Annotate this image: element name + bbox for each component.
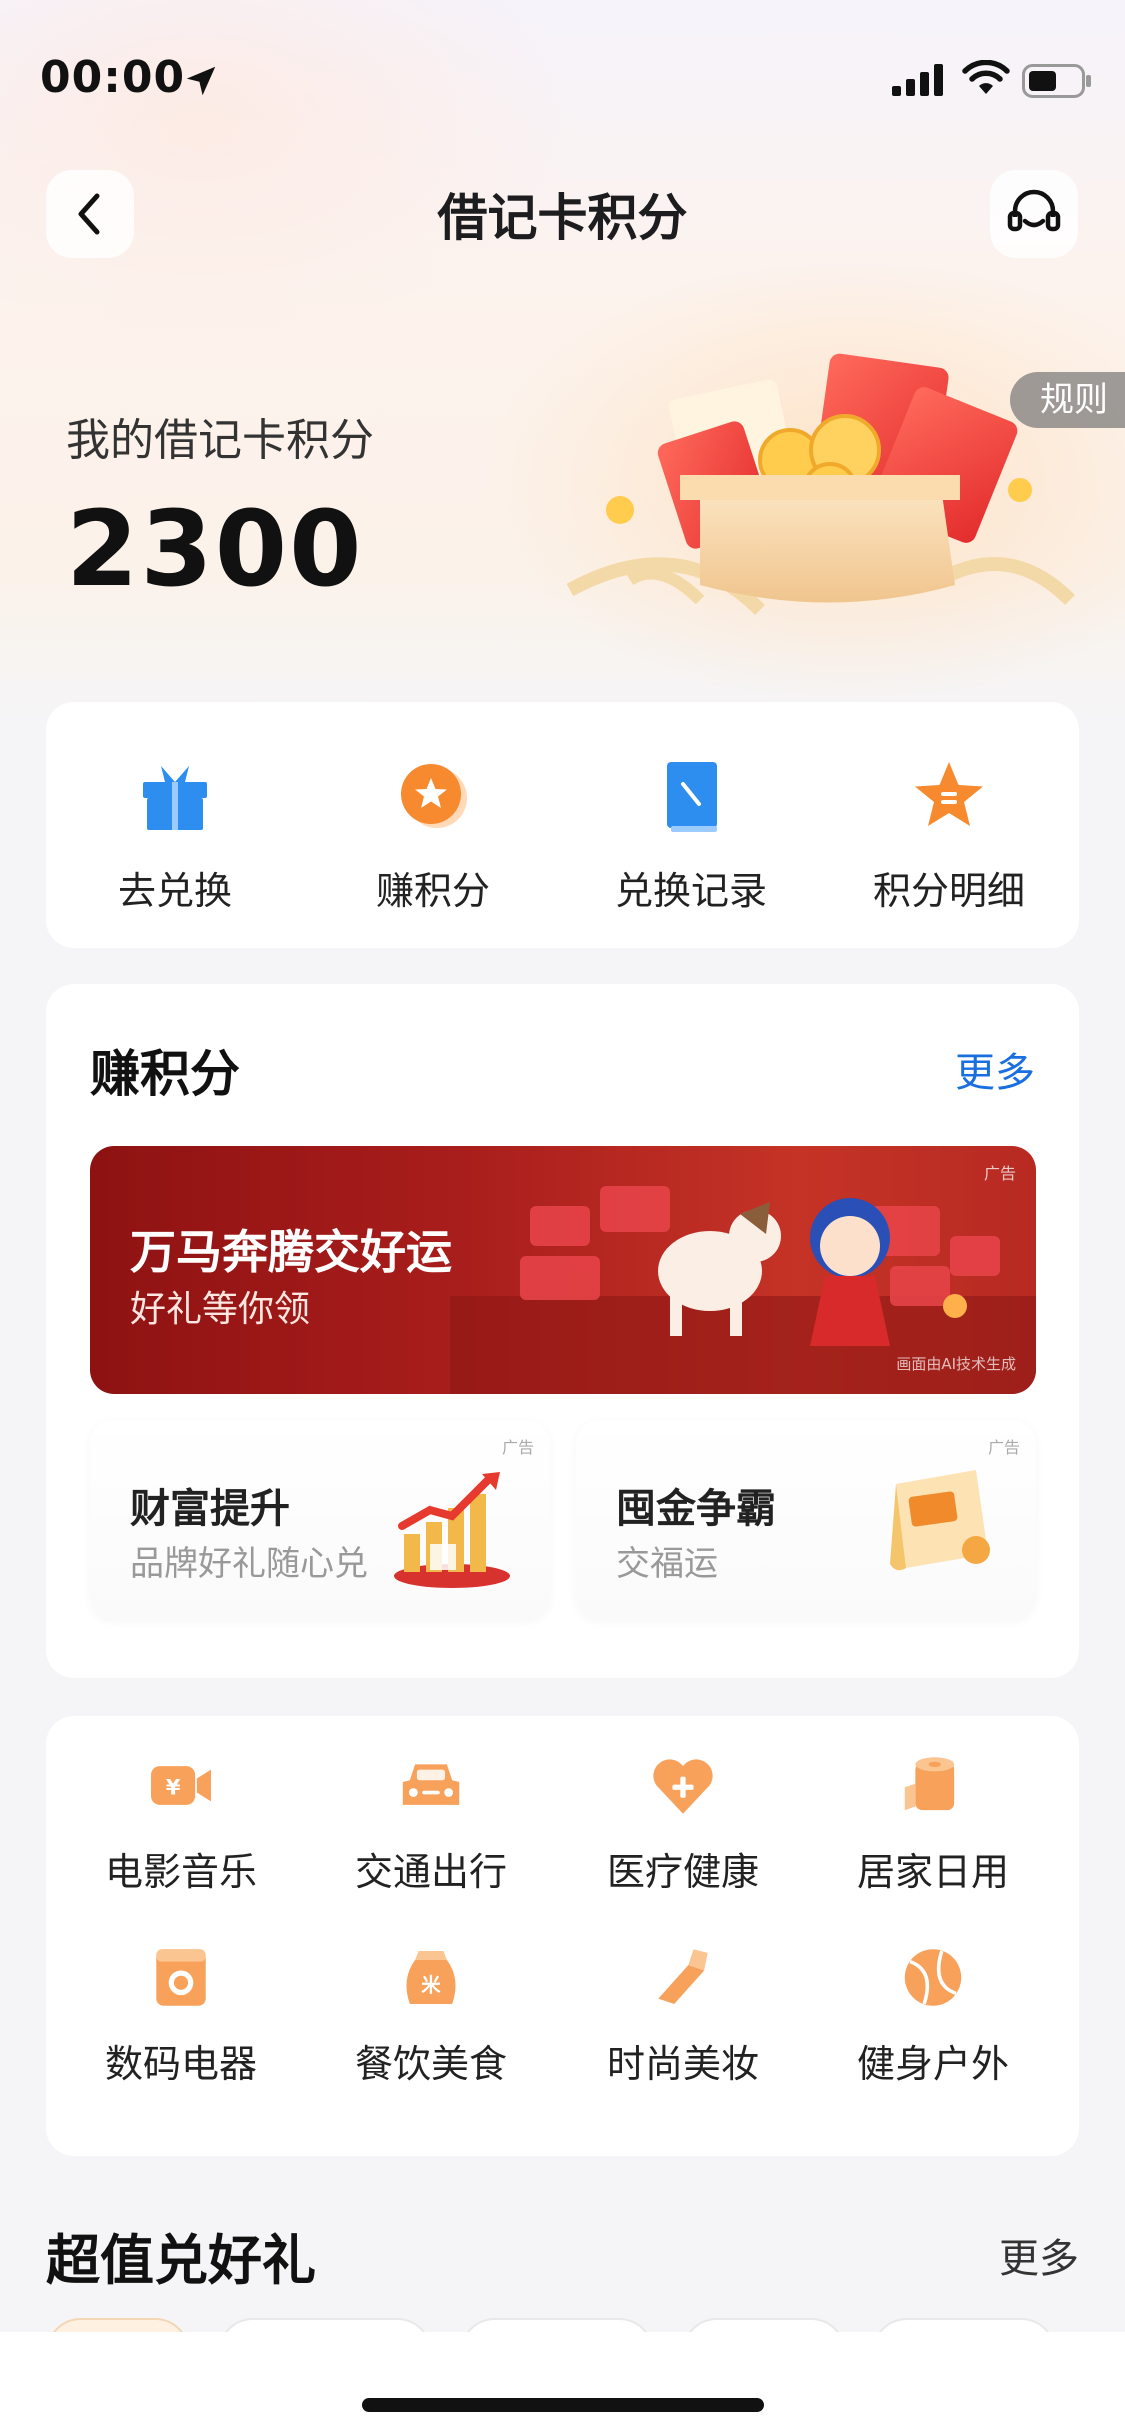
category-label: 餐饮美食 [354,2042,507,2086]
rice-bag-icon: 米 [406,1951,456,2004]
promo-banner[interactable]: 广告 万马奔腾交好运 好礼等你领 画面由AI技术生成 [90,1146,1036,1394]
svg-text:米: 米 [421,1974,441,1997]
quick-action-redeem[interactable]: 去兑换 [46,702,304,948]
heart-plus-icon [653,1759,713,1814]
quick-action-details[interactable]: 积分明细 [820,702,1078,948]
gift-icon [143,766,207,830]
promo-card-gold[interactable]: 广告 囤金争霸 交福运 [576,1420,1036,1620]
promo-subtitle: 品牌好礼随心兑 [130,1544,368,1584]
gifts-section-title: 超值兑好礼 [46,2229,316,2292]
lipstick-icon [658,1949,708,2004]
home-indicator-area [0,2332,1125,2436]
category-food[interactable]: 米 餐饮美食 [306,1908,556,2088]
page-title: 借记卡积分 [437,189,688,247]
category-digital[interactable]: 数码电器 [56,1908,306,2088]
category-grid-card: ¥ 电影音乐 交通出行 医疗健康 居家日用 数码电器 米 餐饮美食 时尚美妆 健… [46,1716,1079,2156]
category-transport[interactable]: 交通出行 [306,1716,556,1896]
record-icon [667,762,717,832]
ad-label: 广告 [983,1164,1016,1183]
category-health[interactable]: 医疗健康 [558,1716,808,1896]
quick-action-label: 兑换记录 [614,869,767,913]
rules-button[interactable]: 规则 [1010,372,1125,428]
gifts-more-link[interactable]: 更多 [999,2226,1079,2284]
earn-more-link[interactable]: 更多 [955,1040,1035,1098]
quick-actions-card: 去兑换 赚积分 兑换记录 积分明细 [46,702,1079,948]
tissue-roll-icon [904,1757,955,1811]
camera-yuan-icon: ¥ [151,1766,211,1805]
wifi-icon [962,60,1010,94]
quick-action-label: 赚积分 [375,869,490,913]
location-arrow-icon [186,66,216,96]
category-movie-music[interactable]: ¥ 电影音乐 [56,1716,306,1896]
category-label: 交通出行 [354,1850,507,1894]
star-coin-icon [401,764,467,828]
ad-label: 广告 [987,1438,1020,1457]
quick-action-label: 积分明细 [872,869,1025,913]
earn-points-card: 赚积分 更多 广告 万马奔腾交好运 好礼等你领 画面由AI技术生成 广告 财富提… [46,984,1079,1678]
quick-action-label: 去兑换 [117,869,232,913]
home-indicator[interactable] [362,2398,764,2412]
category-label: 医疗健康 [606,1850,759,1894]
quick-action-records[interactable]: 兑换记录 [562,702,820,948]
ad-label: 广告 [501,1438,534,1457]
banner-subtitle: 好礼等你领 [130,1289,311,1330]
growth-chart-gift-icon [394,1472,510,1588]
customer-service-button[interactable] [990,170,1078,258]
points-balance: 2300 [66,488,364,610]
category-label: 居家日用 [856,1850,1009,1894]
scroll-ticket-icon [890,1470,990,1571]
section-title: 赚积分 [90,1045,240,1103]
banner-title: 万马奔腾交好运 [130,1225,452,1279]
promo-card-wealth[interactable]: 广告 财富提升 品牌好礼随心兑 [90,1420,550,1620]
car-icon [402,1764,460,1805]
category-label: 电影音乐 [104,1850,257,1894]
status-time: 00:00 [40,52,186,103]
category-label: 时尚美妆 [606,2042,759,2086]
star-detail-icon [915,762,983,826]
category-label: 健身户外 [856,2042,1009,2086]
headset-icon [1007,189,1061,232]
quick-action-earn[interactable]: 赚积分 [304,702,562,948]
promo-title: 财富提升 [130,1486,290,1532]
svg-text:¥: ¥ [166,1774,181,1799]
washing-machine-icon [156,1949,206,2006]
category-fitness[interactable]: 健身户外 [808,1908,1058,2088]
battery-icon [1022,64,1091,98]
promo-title: 囤金争霸 [616,1486,776,1532]
promo-subtitle: 交福运 [616,1544,718,1584]
points-label: 我的借记卡积分 [66,415,374,466]
category-household[interactable]: 居家日用 [808,1716,1058,1896]
gift-box-illustration [566,353,1075,615]
ball-icon [904,1949,962,2006]
banner-ai-note: 画面由AI技术生成 [896,1355,1016,1373]
category-beauty[interactable]: 时尚美妆 [558,1908,808,2088]
cellular-signal-icon [892,64,943,96]
category-label: 数码电器 [104,2042,257,2086]
